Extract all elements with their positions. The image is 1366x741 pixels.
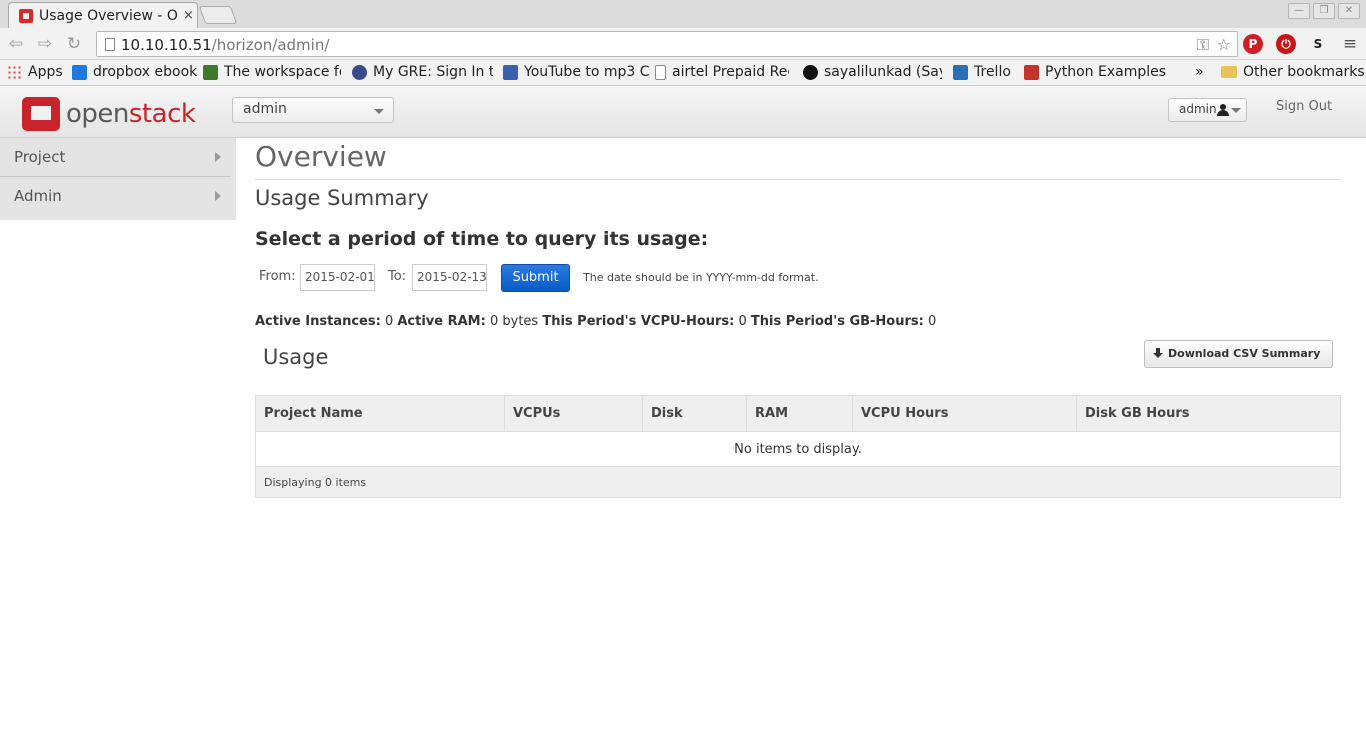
date-format-help: The date should be in YYYY-mm-dd format. <box>583 271 819 284</box>
to-date-input[interactable]: 2015-02-13 <box>412 264 487 291</box>
page-icon <box>655 64 666 80</box>
folder-icon <box>1221 66 1237 78</box>
vcpu-hours-label: This Period's VCPU-Hours: <box>542 314 735 329</box>
tab-title: Usage Overview - Op <box>39 7 179 24</box>
dropbox-icon <box>72 64 87 80</box>
minimize-icon[interactable]: — <box>1288 3 1310 19</box>
key-icon[interactable]: ⚿ <box>1197 35 1209 55</box>
empty-table-message: No items to display. <box>255 431 1341 467</box>
new-tab-button[interactable] <box>198 6 238 24</box>
sidebar: Project Admin <box>0 138 236 220</box>
trello-icon <box>953 64 968 80</box>
active-ram-value: 0 bytes <box>489 314 539 329</box>
from-label: From: <box>259 269 296 284</box>
forward-icon[interactable]: ⇨ <box>35 34 55 54</box>
gb-hours-label: This Period's GB-Hours: <box>750 314 924 329</box>
bookmark-github[interactable]: sayalilunkad (Say <box>803 64 942 80</box>
usage-header: Usage Download CSV Summary <box>255 339 1341 395</box>
other-bookmarks[interactable]: Other bookmarks <box>1221 64 1365 80</box>
usage-heading: Usage <box>263 345 329 369</box>
bookmark-airtel[interactable]: airtel Prepaid Rec <box>655 64 789 80</box>
restore-icon[interactable]: ❐ <box>1313 3 1335 19</box>
usage-stats: Active Instances: 0 Active RAM: 0 bytes … <box>255 314 1341 329</box>
extension-icon[interactable]: S <box>1308 34 1328 54</box>
download-icon <box>1153 348 1163 360</box>
bookmark-trello[interactable]: Trello <box>953 64 1011 80</box>
window-close-icon[interactable]: ✕ <box>1338 3 1360 19</box>
user-menu-label: admin <box>1179 102 1217 116</box>
date-range-form: From: 2015-02-01 To: 2015-02-13 Submit T… <box>255 264 1341 304</box>
chevron-right-icon <box>215 191 221 201</box>
apps-grid-icon <box>7 64 22 80</box>
bookmarks-overflow-button[interactable]: » <box>1195 64 1204 80</box>
bookmark-gre[interactable]: My GRE: Sign In t <box>352 64 493 80</box>
menu-icon[interactable]: ≡ <box>1340 34 1360 54</box>
bookmark-youtube-mp3[interactable]: YouTube to mp3 C <box>503 64 652 80</box>
browser-toolbar: ⇦ ⇨ ↻ 10.10.10.51/horizon/admin/ ⚿ ☆ P ⏻… <box>0 28 1366 60</box>
active-instances-label: Active Instances: <box>255 314 381 329</box>
openstack-favicon-icon <box>19 8 33 23</box>
user-menu[interactable]: admin <box>1168 98 1247 122</box>
sidebar-item-project[interactable]: Project <box>0 138 231 177</box>
bookmark-python-examples[interactable]: Python Examples <box>1024 64 1166 80</box>
column-header-ram[interactable]: RAM <box>746 395 853 432</box>
chevron-right-icon <box>215 152 221 162</box>
python-examples-icon <box>1024 64 1039 80</box>
bookmark-apps[interactable]: Apps <box>7 64 63 80</box>
evernote-icon <box>203 64 218 80</box>
table-item-count: Displaying 0 items <box>255 466 1341 498</box>
address-bar[interactable]: 10.10.10.51/horizon/admin/ ⚿ ☆ <box>96 31 1238 57</box>
page-title: Overview <box>255 138 1341 180</box>
browser-tabstrip: Usage Overview - Op × — ❐ ✕ <box>0 0 1366 28</box>
app-header: openstack admin admin Sign Out <box>0 87 1366 138</box>
main-content: Overview Usage Summary Select a period o… <box>255 138 1341 498</box>
ets-icon <box>352 64 367 80</box>
tab-close-icon[interactable]: × <box>183 8 194 23</box>
period-heading: Select a period of time to query its usa… <box>255 228 709 250</box>
column-header-disk[interactable]: Disk <box>642 395 747 432</box>
reload-icon[interactable]: ↻ <box>64 34 84 54</box>
column-header-disk-gb-hours[interactable]: Disk GB Hours <box>1076 395 1341 432</box>
usage-summary-heading: Usage Summary <box>255 186 429 210</box>
column-header-project-name[interactable]: Project Name <box>255 395 505 432</box>
active-instances-value: 0 <box>384 314 394 329</box>
bookmarks-bar: Apps dropbox ebook The workspace fo My G… <box>0 60 1366 86</box>
bookmark-workspace[interactable]: The workspace fo <box>203 64 341 80</box>
usage-table: Project Name VCPUs Disk RAM VCPU Hours D… <box>255 395 1341 498</box>
column-header-vcpu-hours[interactable]: VCPU Hours <box>852 395 1077 432</box>
table-header-row: Project Name VCPUs Disk RAM VCPU Hours D… <box>255 395 1341 432</box>
column-header-vcpus[interactable]: VCPUs <box>504 395 643 432</box>
submit-button[interactable]: Submit <box>501 264 570 292</box>
vcpu-hours-value: 0 <box>738 314 747 329</box>
github-icon <box>803 64 818 80</box>
youtube-mp3-icon <box>503 64 518 80</box>
download-csv-label: Download CSV Summary <box>1168 347 1321 360</box>
bookmark-star-icon[interactable]: ☆ <box>1217 35 1231 54</box>
sign-out-link[interactable]: Sign Out <box>1276 99 1332 114</box>
chevron-down-icon <box>1231 108 1241 113</box>
from-date-input[interactable]: 2015-02-01 <box>300 264 375 291</box>
chevron-down-icon <box>374 109 384 114</box>
download-csv-button[interactable]: Download CSV Summary <box>1144 340 1333 368</box>
table-footer-row: Displaying 0 items <box>255 466 1341 498</box>
browser-tab[interactable]: Usage Overview - Op × <box>8 2 198 28</box>
project-selector-label: admin <box>243 101 287 117</box>
back-icon[interactable]: ⇦ <box>6 34 26 54</box>
sidebar-item-admin[interactable]: Admin <box>0 177 231 216</box>
pinterest-icon[interactable]: P <box>1243 34 1263 54</box>
sidebar-item-label: Project <box>14 148 66 166</box>
openstack-logo[interactable]: openstack <box>22 97 196 131</box>
table-row: No items to display. <box>255 431 1341 467</box>
gb-hours-value: 0 <box>928 314 937 329</box>
openstack-logo-icon <box>22 97 60 131</box>
project-selector[interactable]: admin <box>232 97 394 123</box>
active-ram-label: Active RAM: <box>397 314 486 329</box>
bookmark-dropbox[interactable]: dropbox ebook <box>72 64 197 80</box>
url-text: 10.10.10.51/horizon/admin/ <box>121 36 330 54</box>
to-label: To: <box>388 269 407 284</box>
page-icon <box>105 38 115 51</box>
sidebar-item-label: Admin <box>14 187 62 205</box>
user-icon <box>1217 104 1229 116</box>
adblock-icon[interactable]: ⏻ <box>1276 34 1296 54</box>
